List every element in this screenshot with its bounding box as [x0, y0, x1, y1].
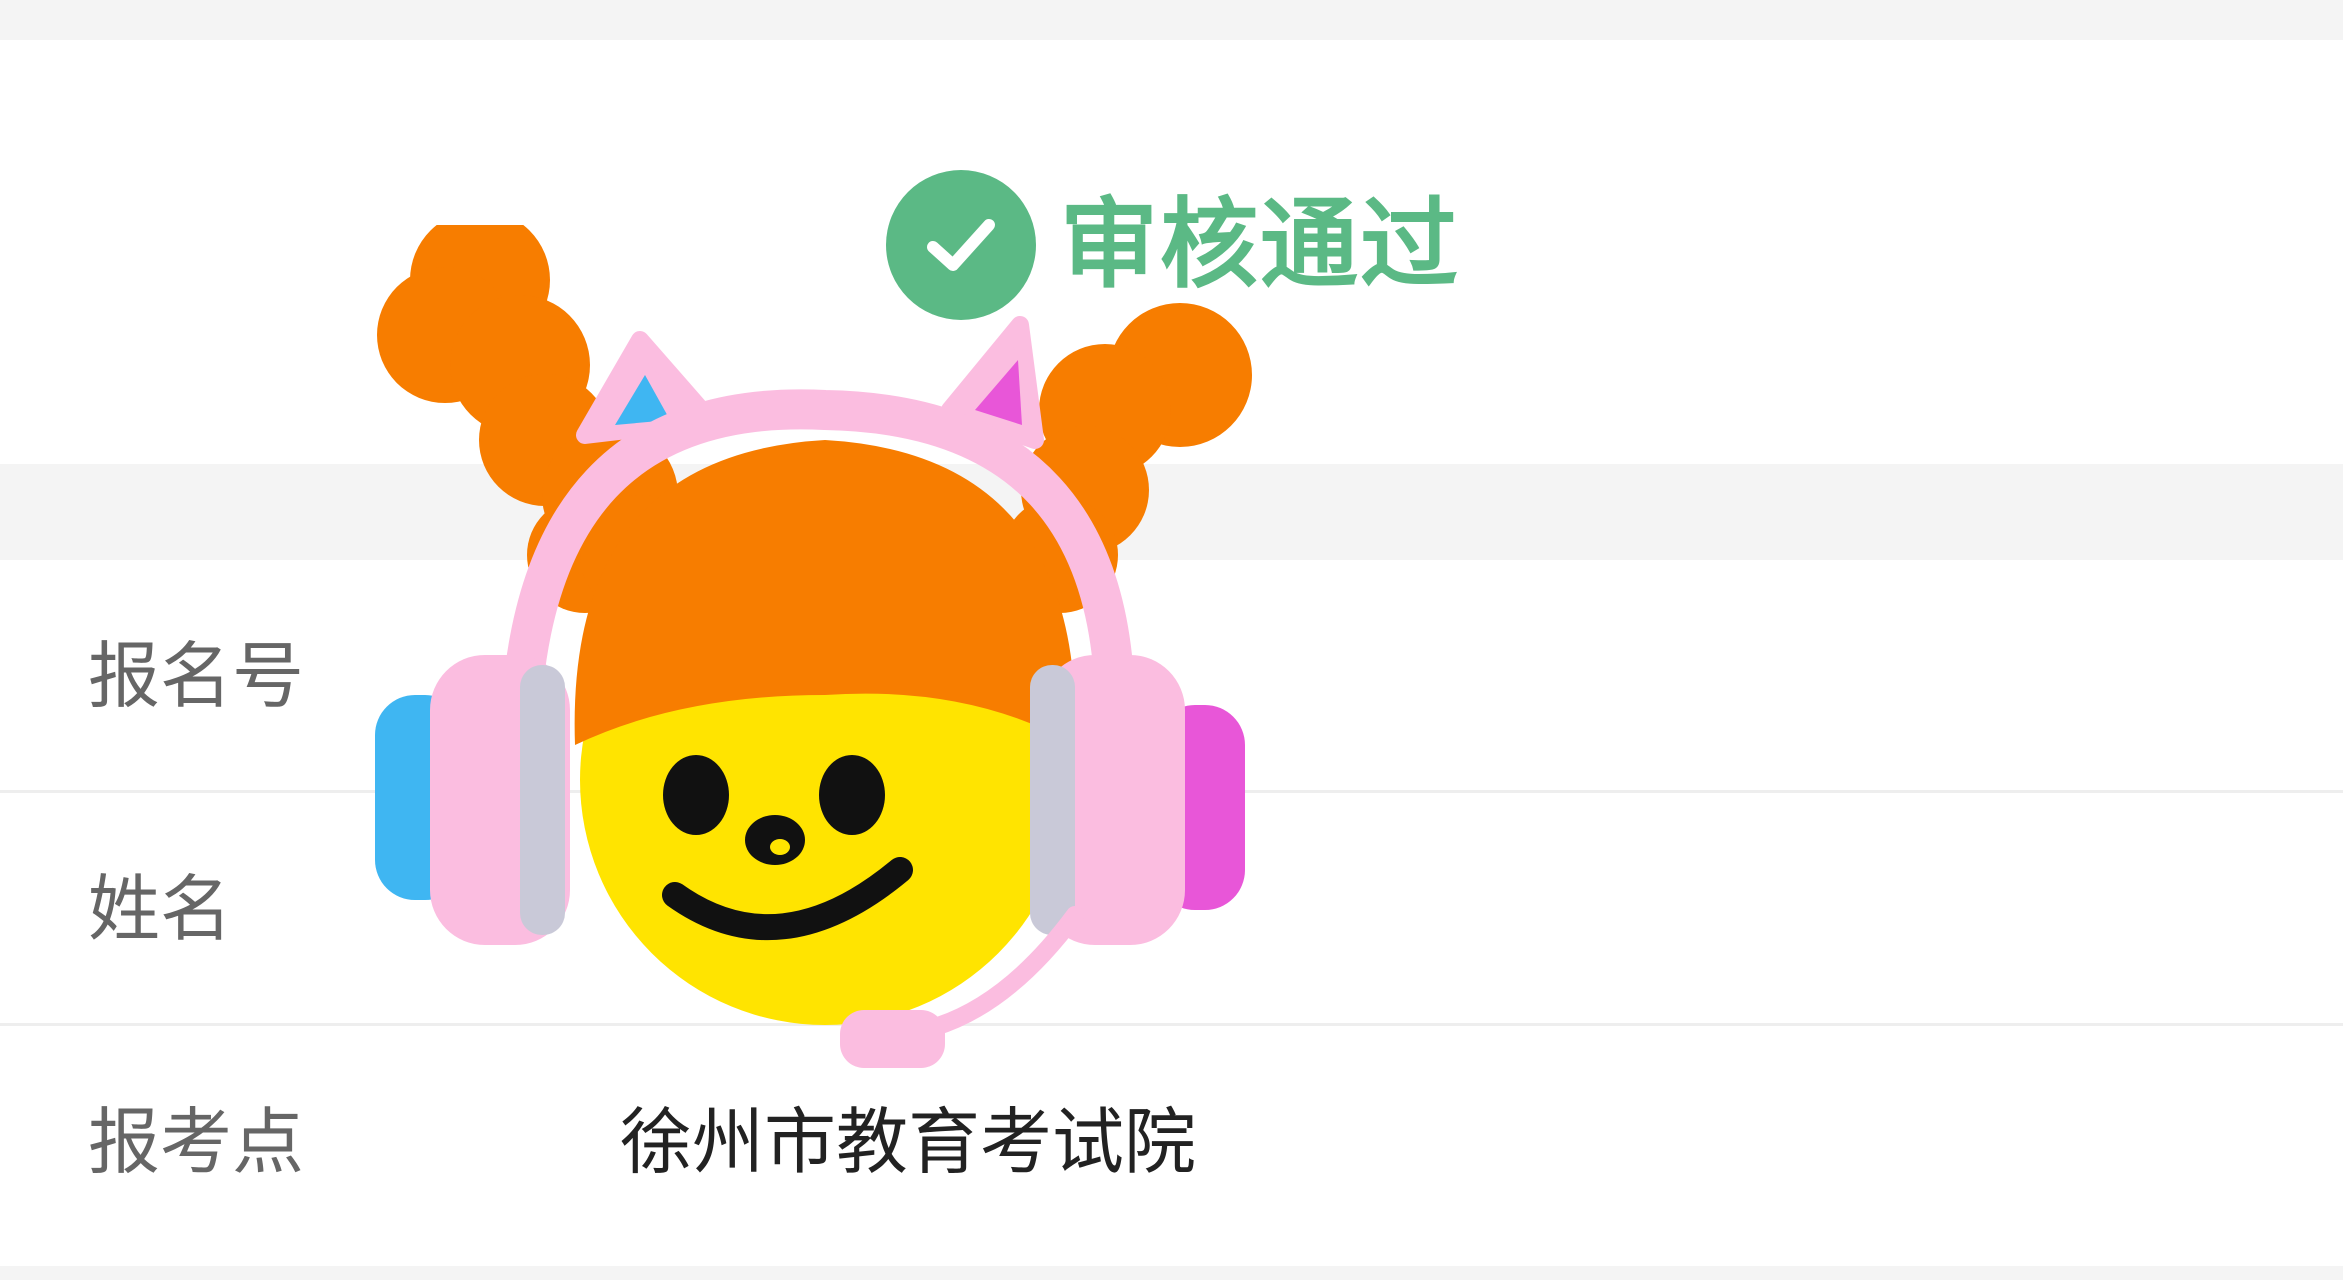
exam-site-label: 报考点 [88, 1100, 305, 1184]
bottom-separator [0, 1266, 2343, 1280]
top-separator [0, 0, 2343, 40]
registration-number-label: 报名号 [88, 634, 305, 718]
cartoon-avatar-with-headset-sticker [375, 225, 1252, 1068]
name-label: 姓名 [88, 867, 233, 951]
